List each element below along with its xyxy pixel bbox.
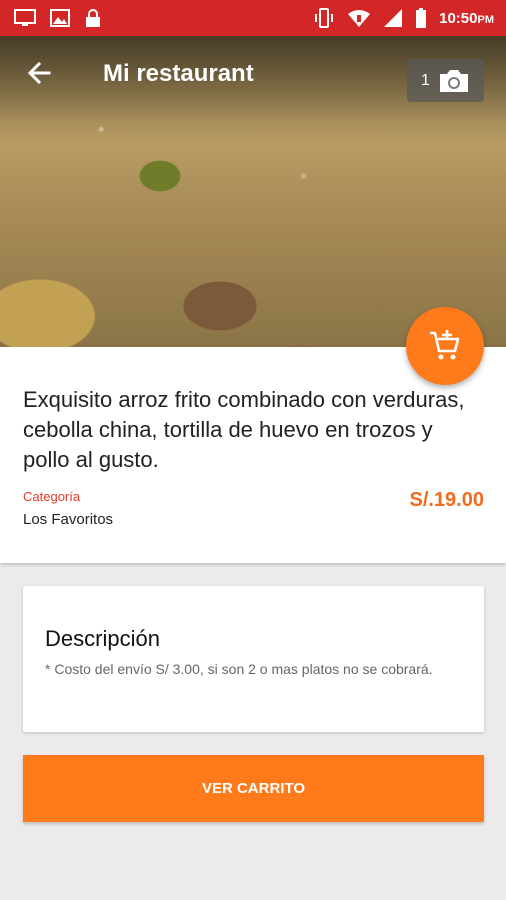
description-title: Descripción — [45, 626, 160, 651]
battery-icon — [416, 8, 427, 28]
add-to-cart-button[interactable] — [406, 307, 484, 385]
wifi-icon — [348, 10, 371, 27]
clock-ampm: PM — [477, 13, 495, 26]
category-value: Los Favoritos — [23, 511, 114, 528]
price: S/.19.00 — [409, 489, 484, 511]
vibrate-icon — [315, 8, 334, 28]
add-to-cart-icon — [430, 330, 460, 360]
category-label: Categoría — [23, 489, 81, 504]
arrow-left-icon[interactable] — [24, 58, 54, 88]
clock: 10:50PM — [439, 10, 494, 27]
lock-icon — [86, 9, 100, 27]
photo-count: 1 — [421, 71, 430, 89]
description-card: Descripción * Costo del envío S/ 3.00, s… — [23, 586, 484, 732]
view-cart-button[interactable]: VER CARRITO — [23, 755, 484, 822]
monitor-icon — [14, 9, 36, 26]
status-bar: 10:50PM — [0, 0, 506, 36]
clock-time: 10:50 — [439, 9, 478, 27]
signal-icon — [384, 9, 403, 27]
camera-icon — [439, 69, 468, 92]
page-title: Mi restaurant — [103, 60, 254, 87]
dish-description: Exquisito arroz frito combinado con verd… — [23, 387, 465, 472]
description-text: * Costo del envío S/ 3.00, si son 2 o ma… — [45, 661, 433, 677]
image-icon — [50, 9, 70, 27]
photo-gallery-button[interactable]: 1 — [407, 59, 484, 102]
